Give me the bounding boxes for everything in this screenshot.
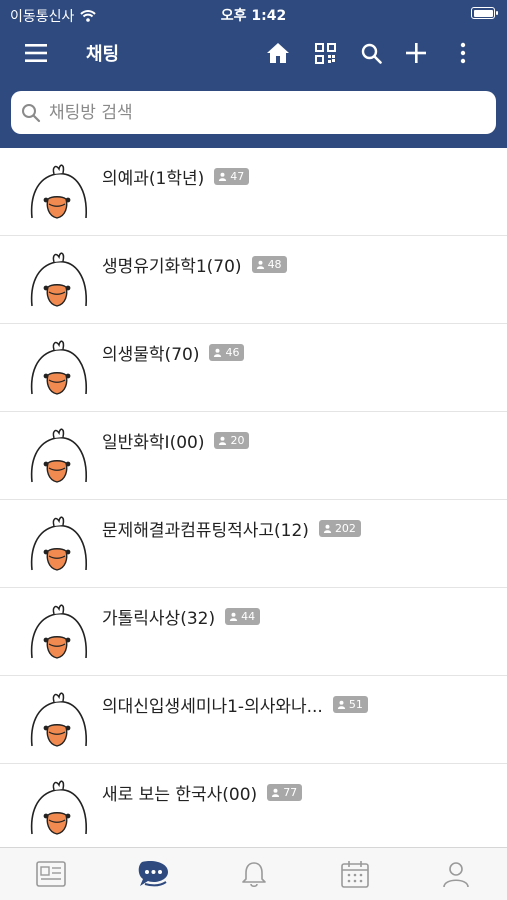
avatar <box>26 334 90 398</box>
search-input[interactable] <box>47 101 471 124</box>
member-count-badge: 47 <box>214 168 250 185</box>
person-icon <box>323 524 332 533</box>
avatar <box>26 774 90 838</box>
member-count-badge: 46 <box>209 344 245 361</box>
person-icon <box>218 436 227 445</box>
news-icon[interactable] <box>31 856 71 892</box>
list-item[interactable]: 의대신입생세미나1-의사와나... 51 <box>0 676 507 764</box>
person-icon <box>218 172 227 181</box>
person-icon <box>337 700 346 709</box>
member-count: 202 <box>334 522 356 535</box>
list-item[interactable]: 가톨릭사상(32) 44 <box>0 588 507 676</box>
member-count-badge: 51 <box>332 696 368 713</box>
member-count: 77 <box>283 786 298 799</box>
home-icon[interactable] <box>263 38 293 68</box>
member-count-badge: 20 <box>214 432 250 449</box>
room-name: 새로 보는 한국사(00) <box>102 785 258 805</box>
qr-code-icon[interactable] <box>310 38 340 68</box>
menu-icon[interactable] <box>20 38 52 68</box>
member-count: 47 <box>230 170 245 183</box>
tab-bar <box>0 847 507 900</box>
list-item[interactable]: 의예과(1학년) 47 <box>0 148 507 236</box>
list-item[interactable]: 의생물학(70) 46 <box>0 324 507 412</box>
member-count-badge: 202 <box>318 520 361 537</box>
room-name: 일반화학I(00) <box>102 433 205 453</box>
status-time: 오후 1:42 <box>220 8 287 24</box>
avatar <box>26 598 90 662</box>
chat-icon[interactable] <box>133 856 173 892</box>
person-icon <box>229 612 238 621</box>
room-name: 문제해결과컴퓨팅적사고(12) <box>102 521 309 541</box>
nav-bar: 채팅 <box>0 28 507 78</box>
avatar <box>26 158 90 222</box>
member-count-badge: 48 <box>251 256 287 273</box>
room-name: 가톨릭사상(32) <box>102 609 216 629</box>
person-icon <box>213 348 222 357</box>
list-item[interactable]: 새로 보는 한국사(00) 77 <box>0 764 507 847</box>
list-item[interactable]: 일반화학I(00) 20 <box>0 412 507 500</box>
member-count: 46 <box>225 346 240 359</box>
member-count-badge: 77 <box>267 784 303 801</box>
chat-room-list: 의예과(1학년) 47 생명유기화학1(70) 48 의생물학(70) 46 일… <box>0 148 507 847</box>
profile-icon[interactable] <box>436 856 476 892</box>
page-title: 채팅 <box>86 44 120 65</box>
search-bar[interactable] <box>11 91 496 134</box>
member-count: 48 <box>267 258 282 271</box>
battery-icon <box>471 7 498 19</box>
avatar <box>26 246 90 310</box>
list-item[interactable]: 문제해결과컴퓨팅적사고(12) 202 <box>0 500 507 588</box>
avatar <box>26 422 90 486</box>
member-count: 51 <box>348 698 363 711</box>
avatar <box>26 510 90 574</box>
member-count-badge: 44 <box>225 608 261 625</box>
room-name: 의예과(1학년) <box>102 169 205 189</box>
bell-icon[interactable] <box>234 856 274 892</box>
search-icon[interactable] <box>356 38 386 68</box>
person-icon <box>256 260 265 269</box>
person-icon <box>271 788 280 797</box>
search-icon <box>22 103 41 122</box>
list-item[interactable]: 생명유기화학1(70) 48 <box>0 236 507 324</box>
room-name: 의대신입생세미나1-의사와나... <box>102 697 323 717</box>
room-name: 생명유기화학1(70) <box>102 257 242 277</box>
plus-icon[interactable] <box>401 38 431 68</box>
room-name: 의생물학(70) <box>102 345 200 365</box>
status-bar: 이동통신사 오후 1:42 <box>0 0 507 28</box>
avatar <box>26 686 90 750</box>
more-icon[interactable] <box>450 38 476 68</box>
app-header: 이동통신사 오후 1:42 채팅 <box>0 0 507 148</box>
member-count: 44 <box>241 610 256 623</box>
calendar-icon[interactable] <box>335 856 375 892</box>
member-count: 20 <box>230 434 245 447</box>
